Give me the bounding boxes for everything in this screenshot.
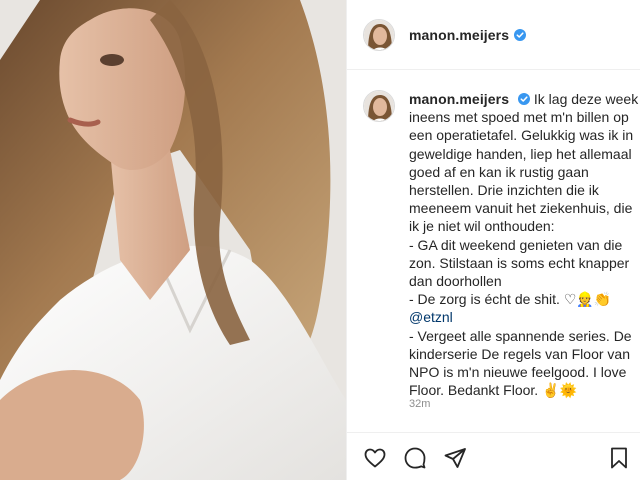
caption-username[interactable]: manon.meijers xyxy=(409,91,509,107)
avatar-image xyxy=(364,91,394,121)
caption-avatar[interactable] xyxy=(363,90,395,122)
avatar-image xyxy=(364,19,394,50)
bookmark-icon[interactable] xyxy=(609,446,629,470)
mention-link[interactable]: @etznl xyxy=(409,309,453,325)
paper-plane-icon[interactable] xyxy=(443,446,467,470)
post-header: manon.meijers xyxy=(347,0,640,70)
portrait-image xyxy=(0,0,346,480)
action-bar xyxy=(347,432,640,480)
caption-intro: Ik lag deze week ineens met spoed met m'… xyxy=(409,91,639,308)
post-timestamp: 32m xyxy=(409,398,431,410)
avatar[interactable] xyxy=(363,18,395,51)
verified-badge-icon xyxy=(514,28,527,41)
caption-outro: - Vergeet alle spannende series. De kind… xyxy=(409,327,632,399)
verified-badge-icon xyxy=(518,93,531,105)
caption-text: manon.meijers Ik lag deze week ineens me… xyxy=(409,90,640,399)
post-side-panel: manon.meijers manon.meijers Ik lag deze … xyxy=(346,0,640,480)
post-caption: manon.meijers Ik lag deze week ineens me… xyxy=(363,90,640,399)
header-username[interactable]: manon.meijers xyxy=(409,27,509,43)
heart-icon[interactable] xyxy=(363,446,387,470)
comment-bubble-icon[interactable] xyxy=(403,446,427,470)
post-photo xyxy=(0,0,346,480)
